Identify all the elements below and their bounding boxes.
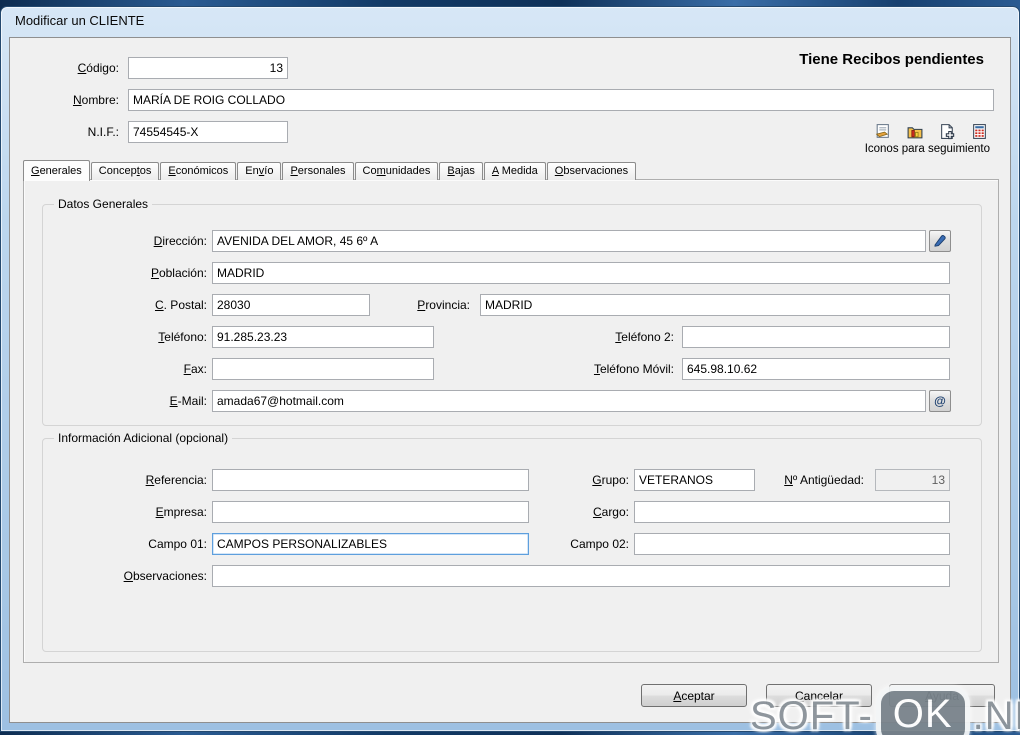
direccion-input[interactable] [212, 230, 926, 252]
telefono-label: Teléfono: [158, 330, 207, 344]
campo02-label: Campo 02: [570, 537, 629, 551]
codigo-input[interactable] [128, 57, 288, 79]
fax-input[interactable] [212, 358, 434, 380]
icons-caption: Iconos para seguimiento [864, 143, 990, 155]
notes-icon[interactable] [874, 123, 891, 140]
title-bar[interactable]: Modificar un CLIENTE [1, 7, 1019, 35]
campo01-label: Campo 01: [148, 537, 207, 551]
email-input[interactable] [212, 390, 926, 412]
group-datos-generales-title: Datos Generales [54, 197, 153, 212]
tab-comunidades[interactable]: Comunidades [354, 162, 439, 180]
poblacion-input[interactable] [212, 262, 950, 284]
antiguedad-input [875, 469, 950, 491]
add-document-icon[interactable] [939, 123, 956, 140]
watermark-left: SOFT- [750, 694, 873, 735]
grupo-input[interactable] [634, 469, 755, 491]
status-banner: Tiene Recibos pendientes [799, 51, 984, 68]
tab-personales[interactable]: Personales [282, 162, 354, 180]
telefono-input[interactable] [212, 326, 434, 348]
tab-envio[interactable]: Envío [237, 162, 282, 180]
poblacion-label: Población: [150, 266, 207, 280]
observaciones-input[interactable] [212, 565, 950, 587]
folder-chart-icon[interactable] [906, 123, 924, 140]
c-postal-label: C. Postal: [154, 298, 207, 312]
nombre-input[interactable] [128, 89, 994, 111]
referencia-label: Referencia: [145, 473, 207, 487]
dialog-modificar-cliente: Modificar un CLIENTE Código: Nombre: N.I… [0, 6, 1020, 732]
tab-bajas[interactable]: Bajas [439, 162, 483, 180]
at-icon: @ [934, 394, 946, 408]
email-button[interactable]: @ [929, 390, 951, 412]
nombre-label: Nombre: [72, 93, 119, 107]
dialog-content: Código: Nombre: N.I.F.: Tiene Recibos pe… [9, 37, 1011, 723]
nif-label: N.I.F.: [87, 125, 119, 139]
tab-economicos[interactable]: Económicos [160, 162, 237, 180]
window-title: Modificar un CLIENTE [15, 13, 145, 28]
tab-generales[interactable]: Generales [23, 160, 90, 181]
observaciones-label: Observaciones: [123, 569, 207, 583]
campo02-input[interactable] [634, 533, 950, 555]
direccion-edit-button[interactable] [929, 230, 951, 252]
pen-icon [933, 233, 947, 250]
grupo-label: Grupo: [592, 473, 629, 487]
seguimiento-icons [874, 123, 988, 140]
fax-label: Fax: [183, 362, 207, 376]
direccion-label: Dirección: [153, 234, 207, 248]
empresa-input[interactable] [212, 501, 529, 523]
group-info-adicional-title: Información Adicional (opcional) [54, 431, 233, 446]
tab-conceptos[interactable]: Conceptos [90, 162, 160, 180]
telefono-movil-input[interactable] [682, 358, 950, 380]
cargo-input[interactable] [634, 501, 950, 523]
aceptar-button[interactable]: Aceptar [641, 684, 747, 707]
tabpage-generales: Datos Generales Dirección: Población: C.… [23, 179, 999, 663]
watermark: SOFT- OK .NET [750, 686, 1020, 735]
nif-input[interactable] [128, 121, 288, 143]
watermark-ok-badge: OK [875, 686, 970, 735]
grid-report-icon[interactable] [971, 123, 988, 140]
provincia-label: Provincia: [417, 298, 470, 312]
antiguedad-label: Nº Antigüedad: [784, 473, 864, 487]
tab-a-medida[interactable]: A Medida [483, 162, 546, 180]
telefono-movil-label: Teléfono Móvil: [593, 362, 674, 376]
telefono2-label: Teléfono 2: [615, 330, 674, 344]
referencia-input[interactable] [212, 469, 529, 491]
cargo-label: Cargo: [592, 505, 629, 519]
email-label: E-Mail: [169, 394, 207, 408]
tab-observaciones[interactable]: Observaciones [546, 162, 637, 180]
telefono2-input[interactable] [682, 326, 950, 348]
watermark-right: .NET [972, 694, 1020, 735]
c-postal-input[interactable] [212, 294, 370, 316]
campo01-input[interactable] [212, 533, 529, 555]
empresa-label: Empresa: [155, 505, 207, 519]
codigo-label: Código: [77, 61, 119, 75]
tab-strip: Generales Conceptos Económicos Envío Per… [23, 159, 637, 181]
provincia-input[interactable] [480, 294, 950, 316]
